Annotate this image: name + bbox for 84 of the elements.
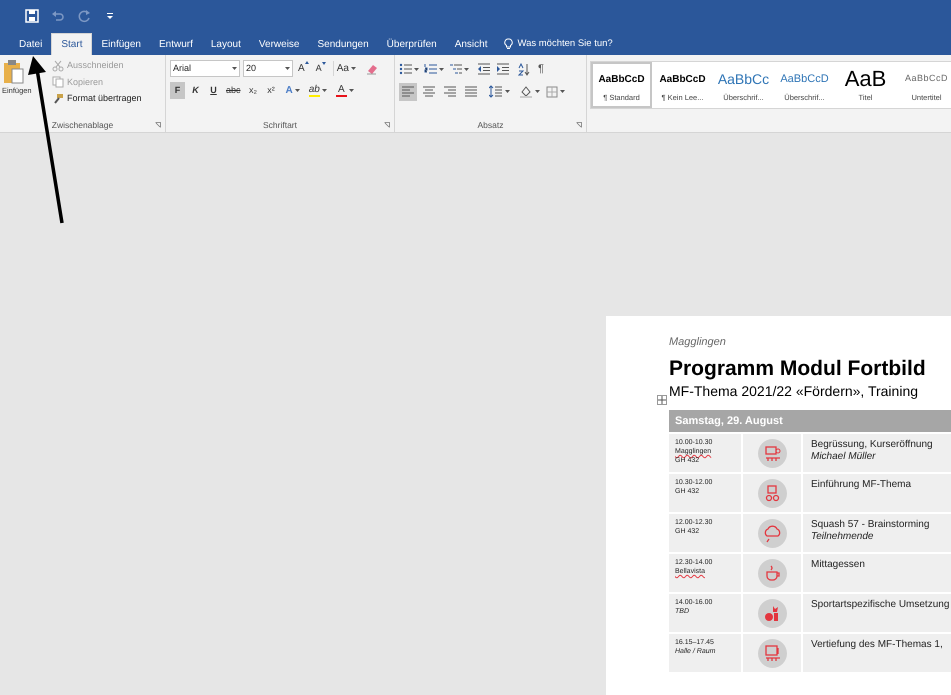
borders-icon <box>546 86 558 98</box>
ribbon-tab[interactable]: Sendungen <box>308 33 378 55</box>
caret-icon <box>439 68 444 71</box>
table-cell: Einführung MF-Thema <box>801 474 951 512</box>
grow-font-button[interactable]: A <box>296 61 311 76</box>
align-icon <box>401 85 415 98</box>
format-button[interactable]: K <box>188 82 203 99</box>
font-name-field[interactable]: Arial <box>170 60 240 77</box>
dialog-launcher-icon[interactable] <box>155 122 161 128</box>
dialog-launcher-icon[interactable] <box>576 122 582 128</box>
align-left-button[interactable] <box>399 82 417 100</box>
lightbulb-icon[interactable] <box>504 38 514 50</box>
move-icon <box>658 396 666 404</box>
copy-icon <box>52 76 64 88</box>
sort-icon[interactable] <box>518 62 530 76</box>
ribbon-tab[interactable]: Layout <box>202 33 250 55</box>
caret-icon <box>322 62 326 65</box>
multilevel-list-icon <box>449 63 462 76</box>
cloud-icon <box>762 523 782 543</box>
align-icon <box>443 85 457 98</box>
caret-icon <box>505 90 510 93</box>
ribbon-tab[interactable]: Einfügen <box>92 33 150 55</box>
scissors-icon <box>52 60 64 72</box>
caret-icon <box>294 89 300 92</box>
multilevel-list-button[interactable] <box>449 63 469 76</box>
save-icon[interactable] <box>25 9 39 23</box>
table-cell: Begrüssung, Kurseröffnung Michael Müller <box>801 434 951 472</box>
decrease-indent-icon[interactable] <box>477 63 491 76</box>
caret-icon <box>535 90 540 93</box>
change-case-button[interactable]: Aa <box>332 61 359 76</box>
format-button[interactable]: U <box>206 82 221 99</box>
table-cell: Squash 57 - Brainstorming Teilnehmende <box>801 514 951 552</box>
shading-button[interactable] <box>519 85 540 98</box>
caret-icon <box>464 68 469 71</box>
show-formatting-marks-button[interactable]: ¶ <box>538 61 544 78</box>
table-cell: Sportartspezifische Umsetzung <box>801 594 951 632</box>
numbering-icon <box>424 63 437 76</box>
paintbrush-icon <box>52 92 64 105</box>
caret-icon <box>304 61 309 64</box>
document-subtitle: MF-Thema 2021/22 «Fördern», Training <box>669 382 920 400</box>
table-cell: Vertiefung des MF-Themas 1, <box>801 634 951 672</box>
ribbon-tab[interactable]: Entwurf <box>150 33 202 55</box>
bullets-button[interactable] <box>399 63 419 76</box>
borders-button[interactable] <box>546 86 565 98</box>
increase-indent-icon[interactable] <box>496 63 510 76</box>
caret-icon <box>560 90 565 93</box>
text-effects-button[interactable]: A <box>284 85 302 96</box>
format-button[interactable]: F <box>170 82 185 99</box>
table-cell: Mittagessen <box>801 554 951 592</box>
font-size-field[interactable]: 20 <box>243 60 293 77</box>
clipboard-button[interactable]: Format übertragen <box>52 92 142 106</box>
tell-me-field[interactable]: Was möchten Sie tun? <box>517 36 613 52</box>
caret-icon <box>348 89 354 92</box>
numbering-button[interactable] <box>424 63 444 76</box>
caret-icon <box>414 68 419 71</box>
caret-icon <box>322 89 327 92</box>
format-button[interactable]: abc <box>224 82 243 99</box>
bullets-icon <box>399 63 412 76</box>
align-icon <box>464 85 478 98</box>
dialog-launcher-icon[interactable] <box>384 122 390 128</box>
dropdown-caret-icon <box>285 67 290 70</box>
eraser-icon[interactable] <box>366 62 378 74</box>
document-title: Programm Modul Fortbild <box>669 356 927 382</box>
ribbon-tab[interactable]: Ansicht <box>446 33 496 55</box>
line-spacing-icon <box>489 85 503 98</box>
font-color-button[interactable]: A <box>334 84 356 97</box>
ribbon-tab[interactable]: Überprüfen <box>378 33 446 55</box>
caret-icon <box>350 67 356 70</box>
shrink-font-button[interactable]: A <box>314 62 328 76</box>
group-label: Zwischenablage <box>52 118 114 132</box>
ribbon-tab[interactable]: Verweise <box>250 33 308 55</box>
format-button[interactable]: x₂ <box>246 82 261 99</box>
table-header: Samstag, 29. August <box>669 410 951 432</box>
ribbon-tab[interactable]: Datei <box>10 33 52 55</box>
format-button[interactable]: x² <box>264 82 279 99</box>
dropdown-caret-icon <box>232 67 237 70</box>
group-label: Absatz <box>478 118 504 132</box>
highlight-button[interactable]: ab <box>306 84 329 97</box>
align-icon <box>422 85 436 98</box>
document-header: Magglingen <box>669 335 727 350</box>
group-label: Schriftart <box>262 118 297 132</box>
line-spacing-button[interactable] <box>489 85 510 98</box>
table-move-handle[interactable] <box>657 395 667 405</box>
ribbon-tab[interactable]: Start <box>51 33 92 55</box>
